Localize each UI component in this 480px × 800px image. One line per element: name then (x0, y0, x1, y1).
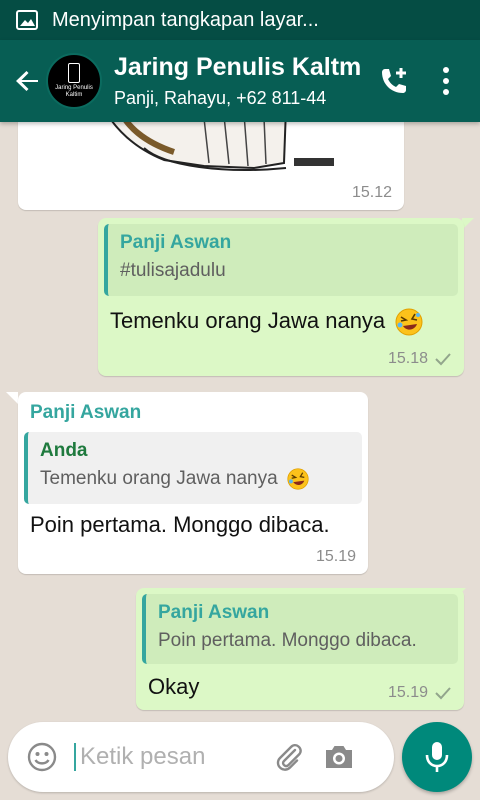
logo-mark-icon (68, 63, 80, 83)
message-time: 15.19 (315, 548, 356, 565)
message-text: Poin pertama. Monggo dibaca. (30, 512, 330, 537)
mic-icon (425, 742, 449, 772)
quote-author: Anda (40, 440, 88, 461)
message-time: 15.12 (351, 184, 392, 201)
quote-author: Panji Aswan (158, 602, 270, 623)
message-text: Temenku orang Jawa nanya (110, 308, 423, 336)
message-input[interactable] (74, 743, 264, 771)
avatar-text: Jaring Penulis Kaltim (55, 85, 93, 98)
rolling-laughing-emoji (287, 468, 309, 490)
bubble-tail (6, 392, 18, 404)
quote-text: Poin pertama. Monggo dibaca. (158, 630, 417, 651)
quoted-message[interactable]: Anda Temenku orang Jawa nanya (24, 432, 362, 504)
message-time: 15.18 (388, 350, 452, 368)
message-time: 15.19 (388, 684, 452, 702)
message-outgoing[interactable]: Panji Aswan #tulisajadulu Temenku orang … (98, 218, 464, 376)
sent-check-icon (435, 687, 451, 700)
message-composer (8, 722, 394, 792)
avatar[interactable]: Jaring Penulis Kaltim (46, 53, 102, 109)
image-icon (16, 10, 38, 30)
message-text: Okay (148, 674, 200, 699)
sticker-image (111, 122, 334, 171)
message-image-incoming[interactable]: 15.12 (18, 122, 404, 210)
rolling-laughing-emoji (395, 308, 423, 336)
sent-check-icon (435, 353, 451, 366)
camera-icon[interactable] (314, 732, 364, 782)
status-text: Menyimpan tangkapan layar... (52, 8, 319, 31)
quoted-message[interactable]: Panji Aswan Poin pertama. Monggo dibaca. (142, 594, 458, 664)
image-thumbnail[interactable] (24, 122, 398, 184)
chat-info[interactable]: Jaring Penulis Kaltm Panji, Rahayu, +62 … (114, 53, 364, 109)
chat-header: Jaring Penulis Kaltim Jaring Penulis Kal… (0, 40, 480, 122)
message-outgoing[interactable]: Panji Aswan Poin pertama. Monggo dibaca.… (136, 588, 464, 710)
paperclip-icon[interactable] (264, 732, 314, 782)
quote-text: #tulisajadulu (120, 260, 226, 281)
chat-title: Jaring Penulis Kaltm (114, 53, 362, 81)
status-bar: Menyimpan tangkapan layar... (0, 0, 480, 40)
more-vert-icon[interactable] (420, 55, 472, 107)
smiley-icon[interactable] (14, 729, 70, 785)
mic-button[interactable] (402, 722, 472, 792)
quote-author: Panji Aswan (120, 232, 232, 253)
quote-text: Temenku orang Jawa nanya (40, 468, 350, 490)
chat-participants: Panji, Rahayu, +62 811-44 (114, 88, 327, 108)
message-sender: Panji Aswan (30, 402, 142, 423)
header-actions (368, 40, 472, 122)
add-call-icon[interactable] (368, 55, 420, 107)
back-arrow-icon[interactable] (4, 57, 52, 105)
chat-area[interactable]: 15.12 Panji Aswan #tulisajadulu Temenku … (0, 122, 480, 722)
message-incoming[interactable]: Panji Aswan Anda Temenku orang Jawa nany… (18, 392, 368, 574)
quoted-message[interactable]: Panji Aswan #tulisajadulu (104, 224, 458, 296)
